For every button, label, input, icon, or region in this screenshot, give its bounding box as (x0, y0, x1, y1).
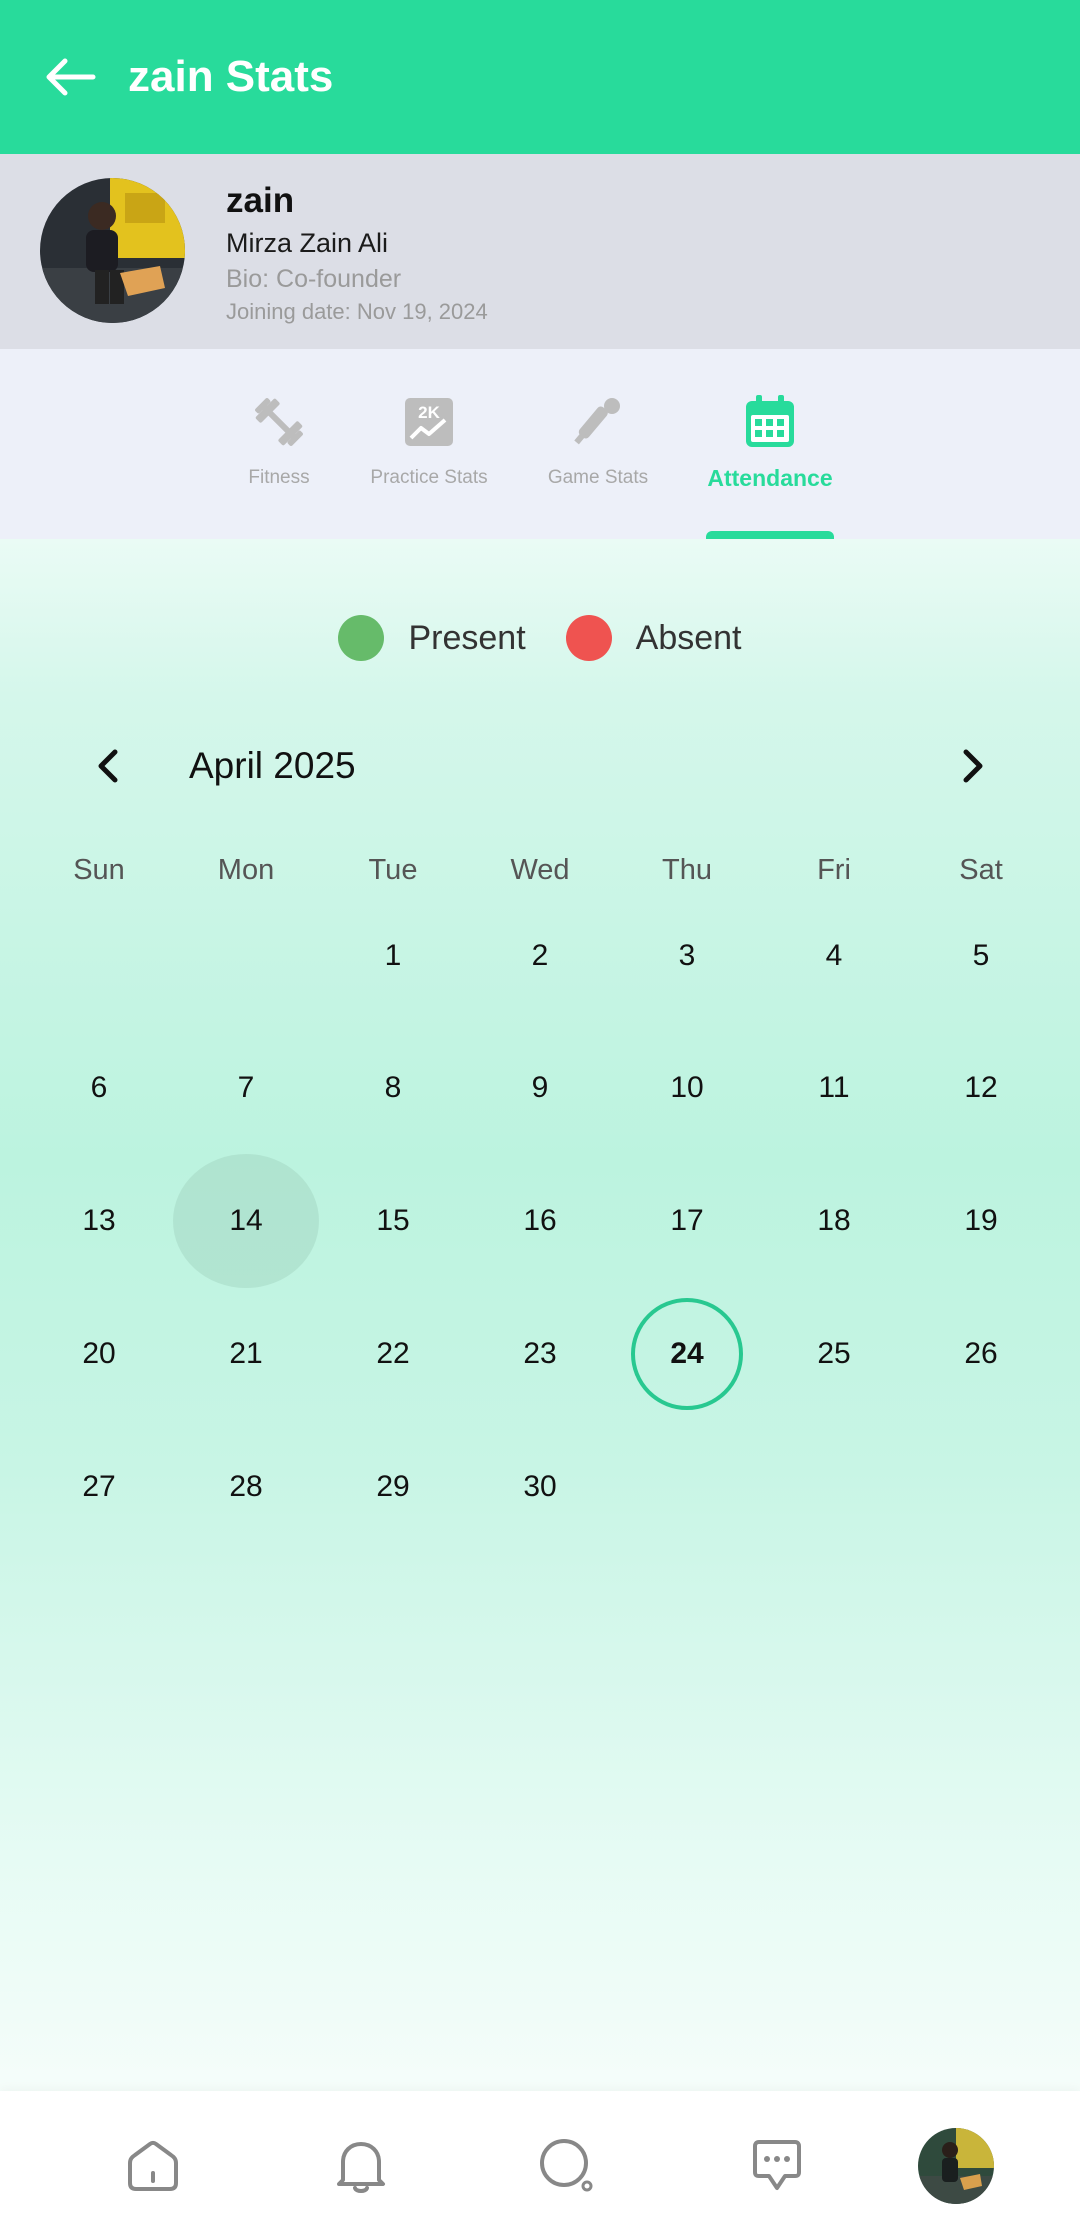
active-tab-indicator (706, 531, 834, 539)
chevron-left-icon (98, 749, 118, 783)
weekday-label: Tue (368, 854, 418, 886)
weekday-header: Sun Mon Tue Wed Thu Fri Sat (0, 848, 1080, 892)
tab-label-practice-stats: Practice Stats (370, 467, 488, 488)
calendar-day[interactable]: 25 (778, 1298, 890, 1410)
profile-card: zain Mirza Zain Ali Bio: Co-founder Join… (0, 154, 1080, 349)
search-icon (540, 2139, 593, 2192)
calendar-day[interactable]: 29 (337, 1431, 449, 1543)
weekday-label: Sat (959, 854, 1003, 886)
tab-label-attendance: Attendance (707, 465, 833, 491)
calendar-day[interactable]: 18 (778, 1165, 890, 1277)
calendar-day[interactable]: 20 (43, 1298, 155, 1410)
calendar-day[interactable]: 27 (43, 1431, 155, 1543)
chat-icon (753, 2140, 801, 2190)
attendance-legend: Present Absent (0, 612, 1080, 664)
calendar-day[interactable]: 9 (484, 1032, 596, 1144)
previous-month-button[interactable] (80, 738, 136, 794)
tab-practice-stats[interactable]: 2K Practice Stats (358, 349, 500, 539)
svg-text:2K: 2K (418, 403, 440, 422)
tab-fitness[interactable]: Fitness (219, 349, 339, 539)
legend-present: Present (338, 615, 526, 661)
avatar[interactable] (40, 178, 185, 323)
tab-label-game-stats: Game Stats (547, 467, 649, 488)
back-button[interactable] (35, 42, 105, 112)
calendar-day[interactable]: 19 (925, 1165, 1037, 1277)
calendar-day-selected[interactable]: 14 (173, 1154, 319, 1288)
legend-present-label: Present (408, 618, 526, 657)
calendar-day[interactable]: 26 (925, 1298, 1037, 1410)
weekday-label: Fri (817, 854, 851, 886)
calendar-day[interactable]: 17 (631, 1165, 743, 1277)
bell-icon (337, 2142, 385, 2193)
calendar-day[interactable]: 13 (43, 1165, 155, 1277)
weekday-label: Mon (217, 854, 275, 886)
profile-username: zain (226, 181, 295, 220)
weekday-label: Thu (662, 854, 712, 886)
calendar-day[interactable]: 8 (337, 1032, 449, 1144)
profile-bio: Bio: Co-founder (226, 265, 402, 293)
calendar-day[interactable]: 30 (484, 1431, 596, 1543)
tab-attendance[interactable]: Attendance (700, 349, 840, 539)
calendar-day-today[interactable]: 24 (631, 1298, 743, 1410)
legend-absent-label: Absent (635, 618, 742, 657)
app-bar: zain Stats (0, 0, 1080, 154)
bottom-navigation (0, 2091, 1080, 2239)
tab-label-fitness: Fitness (248, 467, 310, 488)
calendar-day[interactable]: 16 (484, 1165, 596, 1277)
2k-chart-icon: 2K (399, 392, 459, 452)
calendar-icon (740, 392, 800, 452)
profile-full-name: Mirza Zain Ali (226, 228, 389, 258)
month-navigation: April 2025 (0, 738, 1080, 794)
calendar-day[interactable]: 6 (43, 1032, 155, 1144)
calendar-day[interactable]: 1 (337, 900, 449, 1012)
calendar-day[interactable]: 28 (190, 1431, 302, 1543)
dumbbell-icon (249, 392, 309, 452)
arrow-left-icon (46, 58, 96, 96)
stats-tab-bar: Fitness 2K Practice Stats Game Stats Att… (0, 349, 1080, 539)
calendar-day[interactable]: 23 (484, 1298, 596, 1410)
weekday-label: Sun (73, 854, 125, 886)
nav-profile-avatar[interactable] (918, 2128, 994, 2204)
absent-dot-icon (565, 615, 612, 661)
calendar-day[interactable]: 12 (925, 1032, 1037, 1144)
nav-notifications-button[interactable] (326, 2131, 396, 2201)
tab-game-stats[interactable]: Game Stats (538, 349, 658, 539)
calendar-day[interactable]: 10 (631, 1032, 743, 1144)
calendar-day[interactable]: 21 (190, 1298, 302, 1410)
chevron-right-icon (963, 749, 983, 783)
calendar-day[interactable]: 2 (484, 900, 596, 1012)
next-month-button[interactable] (945, 738, 1001, 794)
cricket-bat-ball-icon (568, 392, 628, 452)
nav-home-button[interactable] (118, 2131, 188, 2201)
month-title: April 2025 (189, 745, 356, 786)
calendar-day[interactable]: 22 (337, 1298, 449, 1410)
legend-absent: Absent (565, 615, 742, 661)
calendar-day[interactable]: 11 (778, 1032, 890, 1144)
calendar-day[interactable]: 4 (778, 900, 890, 1012)
home-icon (128, 2140, 178, 2191)
page-title: zain Stats (128, 52, 334, 101)
calendar-day[interactable]: 3 (631, 900, 743, 1012)
nav-search-button[interactable] (532, 2131, 602, 2201)
nav-chat-button[interactable] (742, 2131, 812, 2201)
calendar-day[interactable]: 15 (337, 1165, 449, 1277)
present-dot-icon (338, 615, 385, 661)
calendar-day[interactable]: 5 (925, 900, 1037, 1012)
calendar-day[interactable]: 7 (190, 1032, 302, 1144)
calendar-days-grid: 1 2 3 4 5 6 7 8 9 10 11 12 13 14 15 16 17 18 19 20 21 22 23 24 2… (0, 890, 1080, 1530)
profile-joining-date: Joining date: Nov 19, 2024 (226, 299, 488, 324)
weekday-label: Wed (510, 854, 570, 886)
